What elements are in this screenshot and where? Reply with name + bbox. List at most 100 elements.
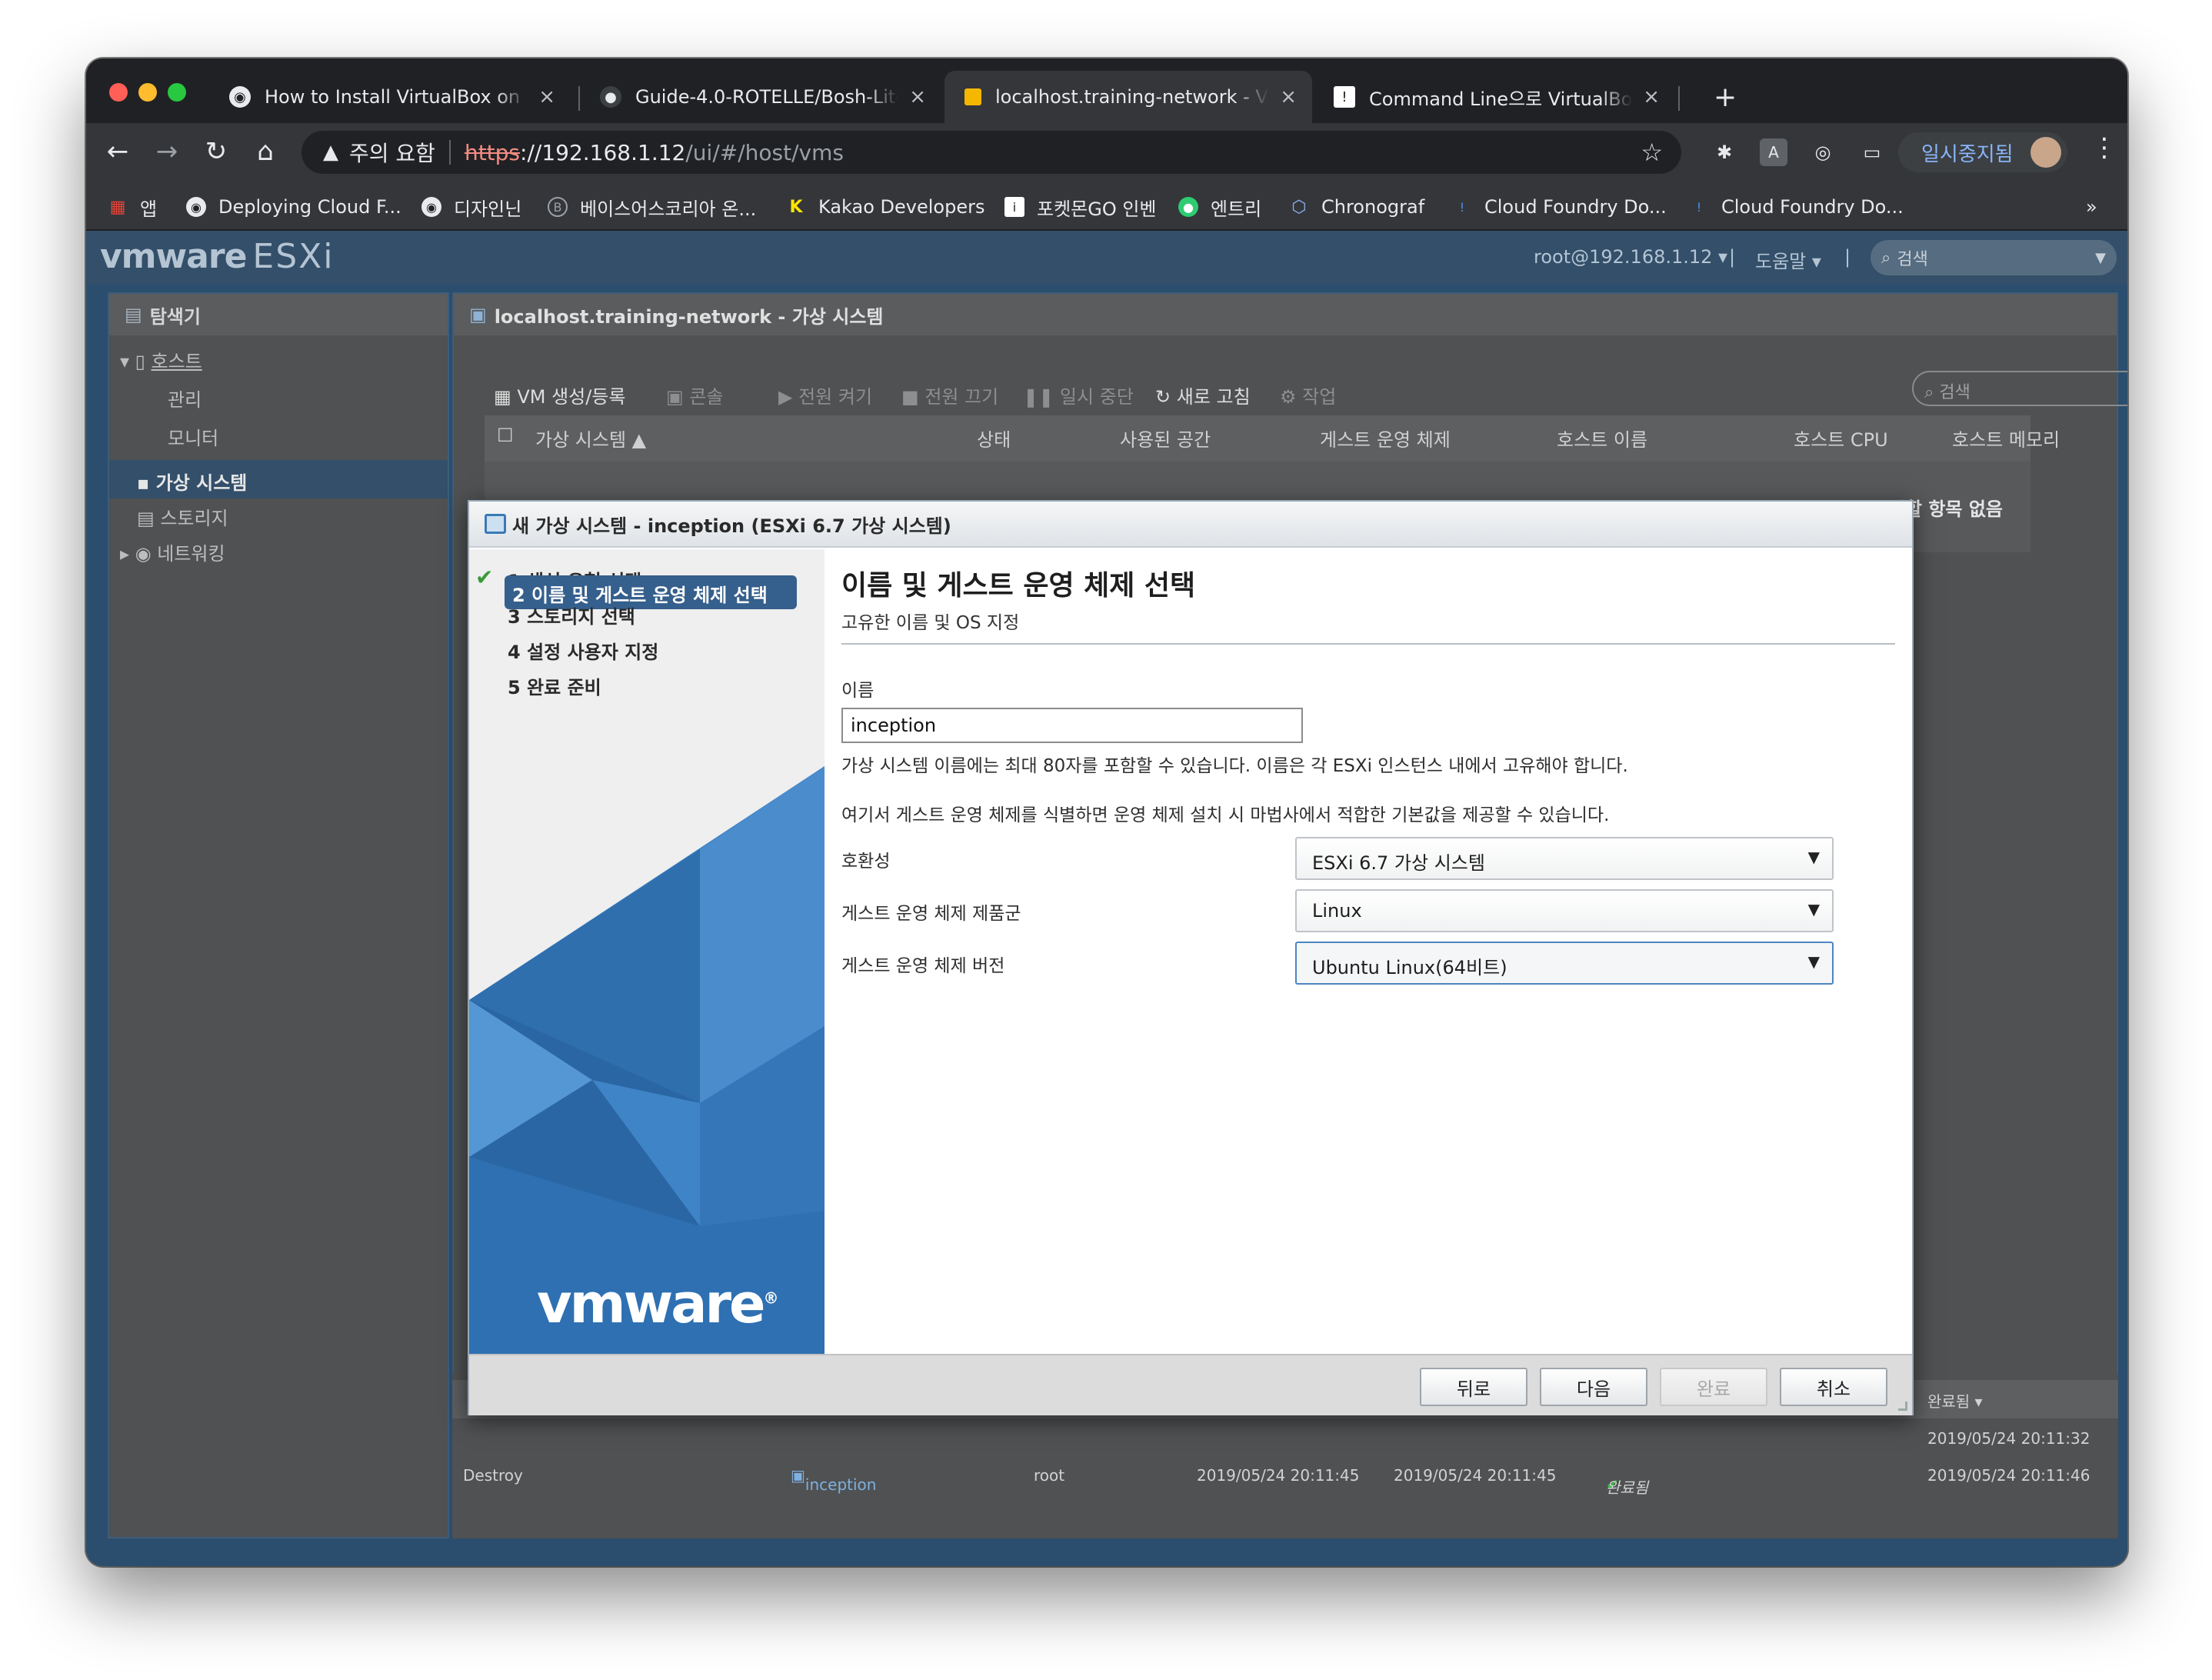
wizard-step-5[interactable]: 5 완료 준비 [508,672,601,699]
close-icon[interactable]: × [1280,85,1297,108]
tab-bosh-lite-guide[interactable]: ● Guide-4.0-ROTELLE/Bosh-Lite × [580,71,941,123]
home-icon[interactable]: ⌂ [246,132,285,171]
nav-networking[interactable]: ▸ ◉ 네트워킹 [120,538,225,565]
actions-button[interactable]: ⚙ 작업 [1280,382,1336,408]
bookmark-apps[interactable]: ▦ 앱 [108,194,158,220]
suspend-button[interactable]: ❚❚ 일시 중단 [1023,382,1134,408]
create-vm-button[interactable]: ▦ VM 생성/등록 [494,382,625,408]
vm-search-input[interactable]: ⌕ 검색 [1912,371,2127,406]
bookmark-page-icon: ! [1334,86,1355,108]
nav-manage[interactable]: 관리 [168,385,202,412]
guest-os-version-label: 게스트 운영 체제 버전 [841,956,1005,976]
wizard-step-3[interactable]: 3 스토리지 선택 [508,602,635,628]
translate-extension-icon[interactable]: A [1760,138,1787,166]
power-off-button[interactable]: ■ 전원 끄기 [901,382,998,408]
globe-icon: ◉ [186,197,206,217]
name-help-text: 가상 시스템 이름에는 최대 80자를 포함할 수 있습니다. 이름은 각 ES… [841,756,1628,776]
task-row: 2019/05/24 20:11:32 [1927,1429,2090,1448]
refresh-button[interactable]: ↻ 새로 고침 [1155,382,1251,408]
wizard-steps-panel: ✔ 1 생성 유형 선택 2 이름 및 게스트 운영 체제 선택 3 스토리지 … [469,549,825,1354]
tab-strip: ◉ How to Install VirtualBox on Ub × ● Gu… [86,58,2127,123]
column-used-space[interactable]: 사용된 공간 [1120,425,1211,452]
column-host-memory[interactable]: 호스트 메모리 [1952,425,2060,452]
task-target-link[interactable]: ▣ inception [791,1466,876,1494]
bookmark-star-icon[interactable]: ☆ [1641,138,1663,167]
dropdown-arrow-icon: ▼ [1807,952,1820,971]
close-icon[interactable]: × [909,85,926,108]
bookmarks-bar: ▦ 앱 ◉ Deploying Cloud F... ◉ 디자인닌 B 베이스어… [86,183,2127,231]
bookmark-kakao[interactable]: K Kakao Developers [786,194,984,220]
profile-label: 일시중지됨 [1921,142,2014,166]
close-icon[interactable]: × [1643,85,1660,108]
screen-extension-icon[interactable]: ▭ [1858,138,1886,166]
cancel-button[interactable]: 취소 [1780,1368,1887,1406]
compatibility-select[interactable]: ESXi 6.7 가상 시스템 ▼ [1295,837,1834,880]
tab-esxi-host[interactable]: localhost.training-network - VM × [944,71,1312,123]
nav-monitor[interactable]: 모니터 [168,423,218,450]
bookmark-baseus[interactable]: B 베이스어스코리아 온... [548,194,756,220]
tab-virtualbox-cli[interactable]: ! Command Line으로 VirtualBox 사 × [1314,71,1675,123]
browser-menu-icon[interactable]: ⋮ [2089,132,2120,171]
help-menu[interactable]: 도움말 ▾ [1755,246,1821,273]
b-circle-icon: B [548,197,568,217]
security-label[interactable]: 주의 요함 [349,137,435,168]
guest-os-version-select[interactable]: Ubuntu Linux(64비트) ▼ [1295,942,1834,985]
back-icon[interactable]: ← [98,132,137,171]
zoom-window-button[interactable] [168,83,186,102]
nav-host[interactable]: ▾ ▯ 호스트 [120,346,202,373]
url-host: ://192.168.1.12 [520,139,686,165]
tree-icon: ▤ [125,304,142,325]
column-state[interactable]: 상태 [977,425,1011,452]
bookmarks-overflow-button[interactable]: » [2086,194,2097,220]
bookmark-cloud-foundry-1[interactable]: ! Cloud Foundry Do... [1452,194,1667,220]
finish-button[interactable]: 완료 [1660,1368,1767,1406]
dropdown-arrow-icon: ▼ [1807,848,1820,866]
vm-name-input[interactable] [841,708,1303,743]
bookmark-entry[interactable]: ● 엔트리 [1178,194,1261,220]
search-icon: ⌕ [1881,248,1891,268]
forward-icon[interactable]: → [148,132,186,171]
profile-button[interactable]: 일시중지됨 [1898,132,2067,172]
nav-storage[interactable]: ▤ 스토리지 [137,503,228,530]
column-vm-name[interactable]: 가상 시스템 ▲ [535,425,646,452]
address-bar[interactable]: ▲ 주의 요함 https ://192.168.1.12 /ui/#/host… [301,131,1681,174]
header-search-input[interactable]: ⌕ 검색 ▼ [1871,240,2117,275]
url-scheme: https [464,139,521,165]
console-button[interactable]: ▣ 콘솔 [666,382,723,408]
column-completed[interactable]: 완료됨 ▾ [1927,1389,1983,1412]
next-button[interactable]: 다음 [1540,1368,1647,1406]
power-on-button[interactable]: ▶ 전원 켜기 [778,382,872,408]
column-host-name[interactable]: 호스트 이름 [1557,425,1647,452]
browser-window: ◉ How to Install VirtualBox on Ub × ● Gu… [86,58,2127,1566]
settings-extension-icon[interactable]: ✱ [1711,138,1738,166]
bookmark-deploying-cloud[interactable]: ◉ Deploying Cloud F... [186,194,401,220]
back-button[interactable]: 뒤로 [1420,1368,1527,1406]
dropdown-arrow-icon: ▼ [1807,900,1820,918]
resize-grip-icon[interactable] [1898,1402,1907,1411]
tab-title: How to Install VirtualBox on Ub [265,86,528,108]
vm-list-title: ▣ localhost.training-network - 가상 시스템 [454,294,2117,335]
nav-virtual-machines[interactable]: ▪ 가상 시스템 [137,468,247,495]
bookmark-pokemon-go[interactable]: i 포켓몬GO 인벤 [1004,194,1157,220]
bookmark-chronograf[interactable]: ⬡ Chronograf [1289,194,1424,220]
new-tab-button[interactable]: + [1694,71,1747,123]
close-icon[interactable]: × [538,85,555,108]
guest-os-family-select[interactable]: Linux ▼ [1295,889,1834,932]
wizard-step-4[interactable]: 4 설정 사용자 지정 [508,637,658,664]
minimize-window-button[interactable] [138,83,157,102]
apps-grid-icon: ▦ [109,197,126,217]
tab-virtualbox-ubuntu[interactable]: ◉ How to Install VirtualBox on Ub × [209,71,571,123]
column-guest-os[interactable]: 게스트 운영 체제 [1320,425,1451,452]
circle-extension-icon[interactable]: ◎ [1809,138,1837,166]
reload-icon[interactable]: ↻ [197,132,235,171]
cloud-foundry-icon: ! [1696,199,1702,215]
close-window-button[interactable] [109,83,128,102]
vmware-esxi-logo: vmware ESXi [100,237,335,276]
select-all-checkbox[interactable]: ☐ [497,425,514,446]
vmware-logo: vmware® [537,1272,779,1335]
column-host-cpu[interactable]: 호스트 CPU [1794,425,1888,452]
user-menu[interactable]: root@192.168.1.12 ▾ [1534,246,1727,268]
bookmark-cloud-foundry-2[interactable]: ! Cloud Foundry Do... [1689,194,1904,220]
globe-icon: ◉ [229,86,251,108]
bookmark-designer[interactable]: ◉ 디자인닌 [421,194,521,220]
